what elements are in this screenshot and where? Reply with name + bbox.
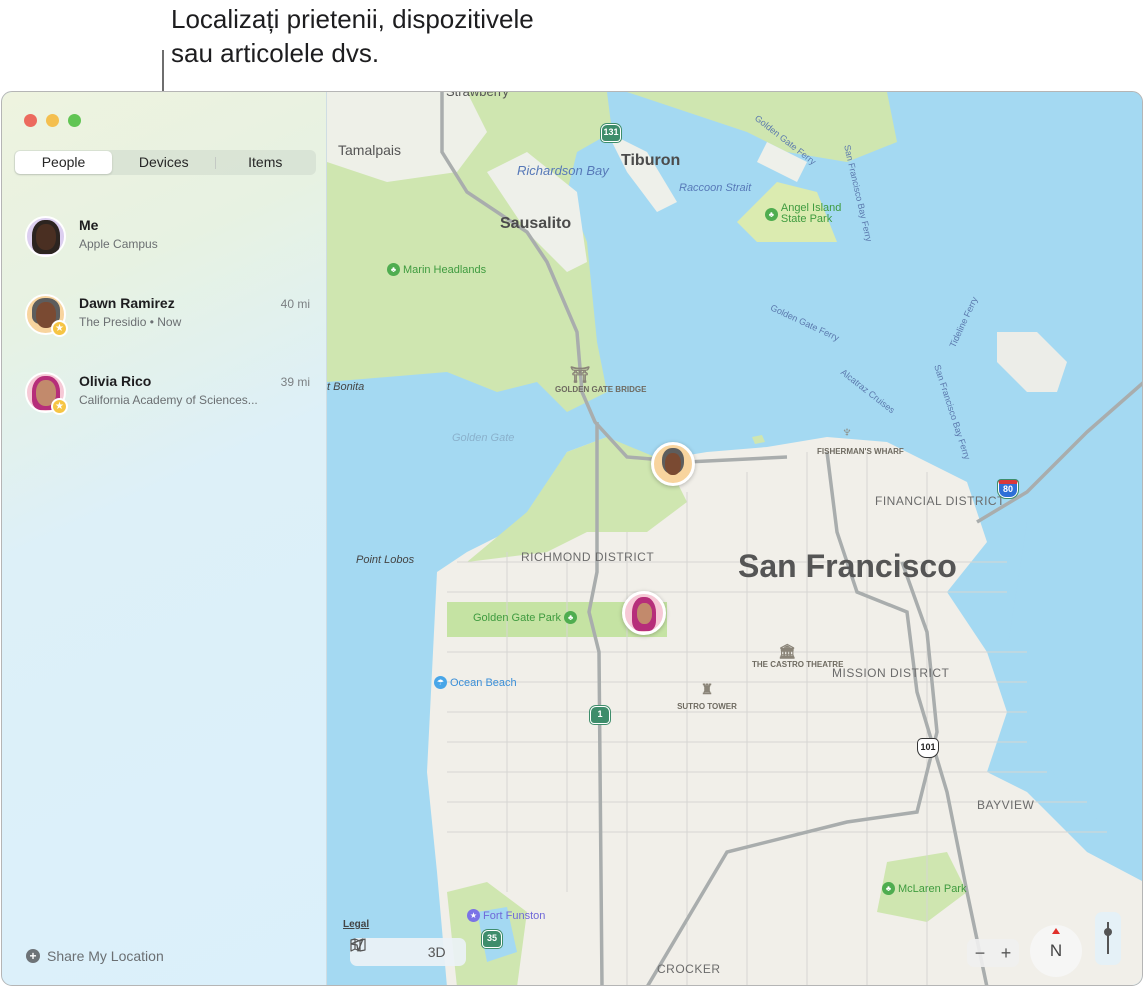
map-view[interactable]: Strawberry Tamalpais Tiburon Richardson …: [327, 91, 1143, 986]
route-35-shield: 35: [482, 930, 502, 948]
person-list-item-dawn-ramirez[interactable]: ★ Dawn Ramirez The Presidio • Now 40 mi: [2, 294, 327, 358]
label-angel-island: ♣ Angel Island State Park: [765, 203, 855, 225]
zoom-control: − +: [967, 939, 1019, 967]
person-list-item-olivia-rico[interactable]: ★ Olivia Rico California Academy of Scie…: [2, 372, 327, 436]
callout-text: Localizați prietenii, dispozitivele sau …: [171, 2, 534, 70]
sidebar: People Devices Items Me Apple Campus ★ D…: [2, 92, 327, 985]
compass-button[interactable]: N: [1030, 925, 1082, 977]
park-icon: ♣: [765, 207, 778, 221]
person-name: Me: [79, 217, 99, 233]
park-icon: ♣: [882, 882, 895, 895]
tab-people[interactable]: People: [15, 151, 112, 174]
zoom-out-button[interactable]: −: [975, 943, 986, 964]
label-crocker: CROCKER: [657, 962, 721, 976]
label-fishermans-wharf: ♆ FISHERMAN'S WHARF: [817, 419, 904, 457]
share-my-location-button[interactable]: + Share My Location: [26, 948, 164, 964]
us-101-shield: 101: [918, 739, 938, 757]
label-financial-district: FINANCIAL DISTRICT: [875, 494, 1005, 508]
find-my-window: Strawberry Tamalpais Tiburon Richardson …: [1, 91, 1143, 986]
label-sutro-tower: ♜ SUTRO TOWER: [672, 676, 742, 712]
pitch-slider[interactable]: [1095, 912, 1121, 965]
label-richmond-district: RICHMOND DISTRICT: [521, 550, 655, 564]
3d-button[interactable]: 3D: [428, 944, 446, 960]
avatar-face: [665, 453, 681, 475]
favorite-star-icon: ★: [51, 320, 68, 337]
bridge-icon: ⛩: [569, 367, 591, 384]
label-fort-funston: ★ Fort Funston: [467, 909, 545, 922]
person-distance: 39 mi: [280, 375, 310, 389]
callout-line-2: sau articolele dvs.: [171, 38, 380, 68]
label-tamalpais: Tamalpais: [338, 142, 402, 158]
compass-label: N: [1049, 941, 1063, 960]
park-icon: ♣: [387, 263, 400, 276]
label-golden-gate: Golden Gate: [452, 432, 515, 444]
plus-circle-icon: +: [26, 949, 40, 963]
label-sausalito: Sausalito: [500, 215, 572, 232]
star-icon: ★: [467, 909, 480, 922]
person-location: Apple Campus: [79, 237, 158, 251]
tower-icon: ♜: [700, 681, 714, 697]
close-button[interactable]: [24, 114, 37, 127]
beach-umbrella-icon: ☂: [434, 676, 447, 689]
label-marin-headlands: ♣ Marin Headlands: [387, 263, 486, 276]
callout-line-1: Localizați prietenii, dispozitivele: [171, 4, 534, 34]
label-point-bonita: t Bonita: [327, 381, 365, 393]
park-icon: ♣: [564, 611, 578, 624]
favorite-star-icon: ★: [51, 398, 68, 415]
label-tiburon: Tiburon: [621, 152, 681, 169]
person-location: The Presidio • Now: [79, 315, 182, 329]
label-strawberry: Strawberry: [446, 91, 509, 99]
wharf-icon: ♆: [841, 424, 853, 441]
label-bayview: BAYVIEW: [977, 798, 1035, 812]
label-point-lobos: Point Lobos: [356, 554, 415, 566]
label-san-francisco: San Francisco: [738, 548, 957, 584]
zoom-in-button[interactable]: +: [1001, 943, 1012, 964]
tab-divider: [215, 157, 216, 169]
tab-items[interactable]: Items: [215, 150, 317, 175]
map-pin-dawn-ramirez[interactable]: [651, 442, 695, 486]
label-raccoon-strait: Raccoon Strait: [679, 182, 752, 194]
avatar-face: [36, 224, 56, 250]
person-distance: 40 mi: [280, 297, 310, 311]
label-mclaren-park: ♣ McLaren Park: [882, 882, 966, 895]
tab-devices[interactable]: Devices: [113, 150, 215, 175]
label-castro-theatre: 🏛 THE CASTRO THEATRE: [752, 643, 844, 669]
avatar-face: [637, 603, 652, 624]
zoom-button[interactable]: [68, 114, 81, 127]
label-golden-gate-bridge: ⛩ GOLDEN GATE BRIDGE: [555, 367, 647, 394]
label-mission-district: MISSION DISTRICT: [832, 666, 950, 680]
person-location: California Academy of Sciences...: [79, 393, 258, 407]
avatar: [25, 216, 66, 257]
map-canvas[interactable]: [327, 92, 1143, 986]
person-name: Olivia Rico: [79, 373, 152, 389]
pitch-slider-track: [1107, 922, 1109, 954]
map-controls: 3D: [350, 938, 466, 966]
person-name: Dawn Ramirez: [79, 295, 175, 311]
share-my-location-label: Share My Location: [47, 948, 164, 964]
person-list-item-me[interactable]: Me Apple Campus: [2, 216, 327, 280]
minimize-button[interactable]: [46, 114, 59, 127]
route-1-shield: 1: [590, 706, 610, 724]
map-pin-olivia-rico[interactable]: [622, 591, 666, 635]
theatre-icon: 🏛: [778, 643, 796, 659]
i-80-shield: 80: [998, 480, 1018, 498]
pitch-slider-knob[interactable]: [1104, 928, 1112, 936]
legal-link[interactable]: Legal: [343, 919, 369, 930]
label-ocean-beach: ☂ Ocean Beach: [434, 676, 517, 689]
label-richardson-bay: Richardson Bay: [517, 163, 609, 178]
tab-bar: People Devices Items: [14, 150, 316, 175]
route-131-shield: 131: [601, 124, 621, 142]
label-golden-gate-park: ♣ Golden Gate Park: [473, 611, 578, 624]
